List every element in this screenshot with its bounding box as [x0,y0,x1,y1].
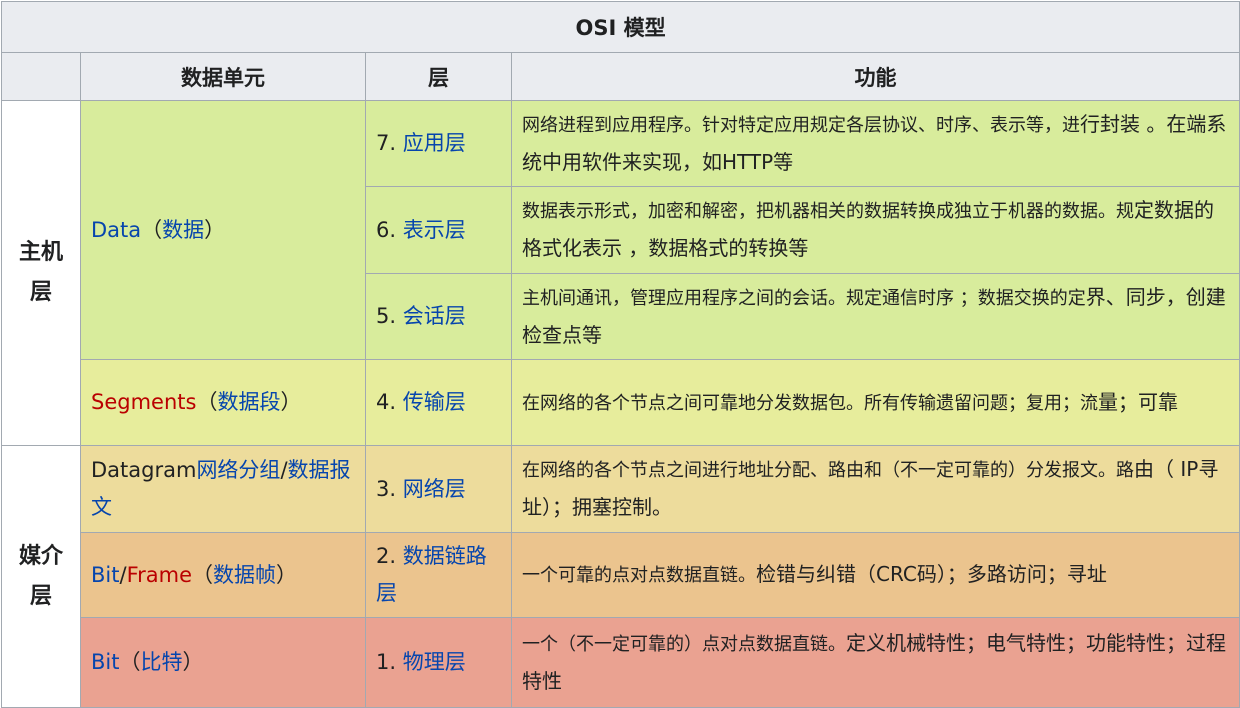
group-host-layers: 主机层 [1,100,81,446]
unit-datagram-zh1-link[interactable]: 网络分组 [196,458,280,482]
unit-segments-paren-close: ） [280,390,302,414]
unit-segments: Segments（数据段） [80,359,366,446]
unit-frame: Bit/Frame（数据帧） [80,532,366,618]
layer-1-link[interactable]: 物理层 [403,650,466,674]
layer-6-function: 数据表示形式，加密和解密，把机器相关的数据转换成独立于机器的数据。规定数据的格式… [510,186,1240,274]
group-media-layers: 媒介层 [1,445,81,708]
table-caption: OSI 模型 [0,1,1240,53]
group-media-label: 媒介层 [19,543,64,609]
layer-1-number: 1. [376,650,403,674]
layer-4-function-line2: 量；可靠 [1098,389,1178,414]
table-row-layer-1: Bit（比特） 1. 物理层 一个（不一定可靠的）点对点数据直链。定义机械特性；… [2,617,1240,708]
table-row-layer-4: Segments（数据段） 4. 传输层 在网络的各个节点之间可靠地分发数据包。… [2,359,1240,446]
layer-4-link[interactable]: 传输层 [403,390,466,414]
layer-1-function-line1: 一个（不一定可靠的）点对点数据直链。 [522,633,846,655]
layer-4-cell: 4. 传输层 [365,359,512,446]
table-row-layer-2: Bit/Frame（数据帧） 2. 数据链路层 一个可靠的点对点数据直链。检错与… [2,532,1240,618]
unit-frame-paren-open: （ [192,562,213,587]
unit-data-paren-close: ） [204,217,226,242]
layer-4-function-line1: 在网络的各个节点之间可靠地分发数据包。所有传输遗留问题；复用；流 [522,392,1098,414]
layer-4-number: 4. [376,390,403,414]
header-layer: 层 [365,52,512,101]
unit-datagram: Datagram网络分组/数据报文 [80,445,366,533]
layer-5-function: 主机间通讯，管理应用程序之间的会话。规定通信时序 ；数据交换的定界、同步，创建检… [510,273,1240,360]
layer-6-link[interactable]: 表示层 [403,218,466,242]
layer-2-function-line2: 检错与纠错（CRC码）；多路访问；寻址 [756,562,1107,586]
unit-frame-frame-link[interactable]: Frame [127,563,192,587]
unit-segments-zh-link[interactable]: 数据段 [217,390,280,414]
layer-5-cell: 5. 会话层 [365,273,512,360]
unit-bit: Bit（比特） [80,617,366,708]
unit-datagram-en: Datagram [91,458,197,482]
unit-frame-slash: / [119,562,127,587]
unit-data-en-link[interactable]: Data [91,218,141,242]
layer-1-cell: 1. 物理层 [365,617,512,708]
layer-6-cell: 6. 表示层 [365,186,512,274]
layer-5-number: 5. [376,304,403,328]
unit-data-zh-link[interactable]: 数据 [162,218,204,242]
layer-3-function: 在网络的各个节点之间进行地址分配、路由和（不一定可靠的）分发报文。路由（ IP寻… [510,445,1240,533]
unit-bit-paren-open: （ [119,650,141,674]
unit-frame-paren-close: ） [276,562,297,587]
layer-1-function: 一个（不一定可靠的）点对点数据直链。定义机械特性；电气特性；功能特性；过程特性 [510,617,1240,708]
layer-3-function-line1: 在网络的各个节点之间进行地址分配、路由和（不一定可靠的）分发报文。路 [522,460,1134,481]
layer-3-cell: 3. 网络层 [365,445,512,533]
layer-2-cell: 2. 数据链路层 [365,532,512,618]
layer-6-function-line1: 数据表示形式，加密和解密，把机器相关的数据转换成独立于机器的数据。规 [522,201,1134,222]
layer-6-number: 6. [376,217,403,242]
layer-3-link[interactable]: 网络层 [403,477,466,501]
header-data-unit: 数据单元 [80,52,366,101]
layer-2-function-line1: 一个可靠的点对点数据直链。 [522,565,756,586]
layer-3-number: 3. [376,476,403,501]
layer-5-function-line1: 主机间通讯，管理应用程序之间的会话。规定通信时序 ；数据交换的定 [522,287,1086,309]
unit-data: Data（数据） [80,100,366,360]
layer-7-number: 7. [376,131,403,155]
unit-frame-bit-link[interactable]: Bit [91,563,119,587]
layer-7-cell: 7. 应用层 [365,100,512,187]
layer-7-link[interactable]: 应用层 [403,131,466,155]
layer-2-number: 2. [376,544,403,568]
table-row-layer-3: 媒介层 Datagram网络分组/数据报文 3. 网络层 在网络的各个节点之间进… [1,445,1240,708]
layer-2-function: 一个可靠的点对点数据直链。检错与纠错（CRC码）；多路访问；寻址 [510,532,1240,618]
osi-model-table: OSI 模型 数据单元 层 功能 主机层 Data（数据） 7. 应用层 网络进… [0,1,1240,708]
unit-bit-zh-link[interactable]: 比特 [140,650,182,674]
unit-frame-zh-link[interactable]: 数据帧 [213,563,276,587]
unit-segments-en-link[interactable]: Segments [91,390,196,414]
unit-bit-paren-close: ） [182,650,204,674]
layer-5-link[interactable]: 会话层 [403,304,466,328]
layer-4-function: 在网络的各个节点之间可靠地分发数据包。所有传输遗留问题；复用；流量；可靠 [510,359,1240,446]
table-row-layer-7: 主机层 Data（数据） 7. 应用层 网络进程到应用程序。针对特定应用规定各层… [1,100,1240,446]
unit-data-paren-open: （ [141,217,163,242]
header-function: 功能 [510,52,1240,101]
unit-segments-paren-open: （ [196,390,218,414]
layer-7-function-line1: 网络进程到应用程序。针对特定应用规定各层协议、时序、表示等，进 [522,114,1080,136]
header-blank [1,52,81,101]
unit-datagram-slash: / [280,458,288,482]
layer-7-function: 网络进程到应用程序。针对特定应用规定各层协议、时序、表示等，进行封装 。在端系统… [510,100,1240,187]
unit-bit-en-link[interactable]: Bit [91,650,119,674]
group-host-label: 主机层 [19,240,64,305]
